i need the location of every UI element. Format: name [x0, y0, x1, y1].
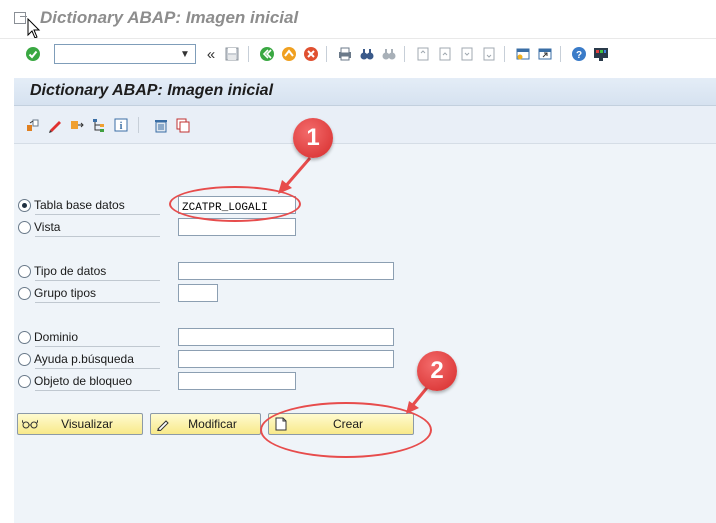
save-icon[interactable]: [223, 45, 241, 63]
info-icon[interactable]: i: [112, 116, 130, 134]
step-badge-1: 1: [293, 118, 333, 158]
option-label: Tabla base datos: [34, 198, 125, 212]
grupo-tipos-field[interactable]: [178, 284, 218, 304]
option-label: Objeto de bloqueo: [34, 374, 133, 388]
find-icon[interactable]: [358, 45, 376, 63]
standard-toolbar: ▼ « ?: [0, 38, 716, 68]
application-toolbar: i: [14, 106, 716, 144]
radio-ayuda-busqueda[interactable]: [18, 352, 31, 366]
shortcut-icon[interactable]: [536, 45, 554, 63]
radio-tabla-base-datos[interactable]: [18, 198, 31, 212]
first-page-icon[interactable]: [414, 45, 432, 63]
glasses-icon: [22, 416, 38, 432]
objeto-de-bloqueo-input[interactable]: [179, 376, 295, 392]
enter-icon[interactable]: [24, 45, 42, 63]
system-menu-icon[interactable]: [14, 12, 27, 24]
title-bar: Dictionary ABAP: Imagen inicial: [0, 0, 716, 38]
radio-grupo-tipos[interactable]: [18, 286, 31, 300]
mouse-cursor-icon: [27, 18, 41, 39]
print-icon[interactable]: [336, 45, 354, 63]
customize-layout-icon[interactable]: [592, 45, 610, 63]
option-grupo-tipos[interactable]: Grupo tipos: [18, 283, 96, 303]
tipo-de-datos-input[interactable]: [179, 266, 393, 282]
radio-tipo-de-datos[interactable]: [18, 264, 31, 278]
move-icon[interactable]: [68, 116, 86, 134]
option-label: Dominio: [34, 330, 79, 344]
find-next-icon[interactable]: [380, 45, 398, 63]
step-badge-2: 2: [417, 351, 457, 391]
page-title: Dictionary ABAP: Imagen inicial: [30, 82, 274, 99]
svg-text:i: i: [120, 121, 123, 132]
last-page-icon[interactable]: [480, 45, 498, 63]
option-objeto-de-bloqueo[interactable]: Objeto de bloqueo: [18, 371, 132, 391]
other-object-icon[interactable]: [24, 116, 42, 134]
pencil-icon: [155, 416, 171, 432]
screen-header: Dictionary ABAP: Imagen inicial: [14, 78, 716, 106]
option-label: Grupo tipos: [34, 286, 97, 300]
ayuda-busqueda-input[interactable]: [179, 354, 393, 370]
window-title: Dictionary ABAP: Imagen inicial: [40, 8, 299, 27]
option-label: Vista: [34, 220, 61, 234]
prev-page-icon[interactable]: [436, 45, 454, 63]
collapse-icon[interactable]: «: [202, 45, 220, 63]
back-icon[interactable]: [258, 45, 276, 63]
new-session-icon[interactable]: [514, 45, 532, 63]
radio-vista[interactable]: [18, 220, 31, 234]
exit-icon[interactable]: [280, 45, 298, 63]
option-tipo-de-datos[interactable]: Tipo de datos: [18, 261, 106, 281]
grupo-tipos-input[interactable]: [179, 288, 217, 304]
vista-input[interactable]: [179, 222, 295, 238]
command-field[interactable]: ▼: [54, 44, 196, 64]
radio-dominio[interactable]: [18, 330, 31, 344]
objeto-de-bloqueo-field[interactable]: [178, 372, 296, 392]
svg-text:?: ?: [576, 50, 582, 61]
dominio-field[interactable]: [178, 328, 394, 348]
command-input[interactable]: [55, 45, 173, 63]
chevron-down-icon[interactable]: ▼: [175, 45, 195, 63]
change-button[interactable]: Modificar: [150, 413, 261, 435]
cancel-icon[interactable]: [302, 45, 320, 63]
edit-icon[interactable]: [46, 116, 64, 134]
option-label: Tipo de datos: [34, 264, 107, 278]
radio-objeto-de-bloqueo[interactable]: [18, 374, 31, 388]
next-page-icon[interactable]: [458, 45, 476, 63]
help-icon[interactable]: ?: [570, 45, 588, 63]
tipo-de-datos-field[interactable]: [178, 262, 394, 282]
option-label: Ayuda p.búsqueda: [34, 352, 134, 366]
option-tabla-base-datos[interactable]: Tabla base datos: [18, 195, 125, 215]
hierarchy-icon[interactable]: [90, 116, 108, 134]
ayuda-busqueda-field[interactable]: [178, 350, 394, 370]
delete-icon[interactable]: [152, 116, 170, 134]
display-button[interactable]: Visualizar: [17, 413, 143, 435]
option-ayuda-busqueda[interactable]: Ayuda p.búsqueda: [18, 349, 134, 369]
option-dominio[interactable]: Dominio: [18, 327, 78, 347]
copy-icon[interactable]: [174, 116, 192, 134]
dominio-input[interactable]: [179, 332, 393, 348]
option-vista[interactable]: Vista: [18, 217, 60, 237]
